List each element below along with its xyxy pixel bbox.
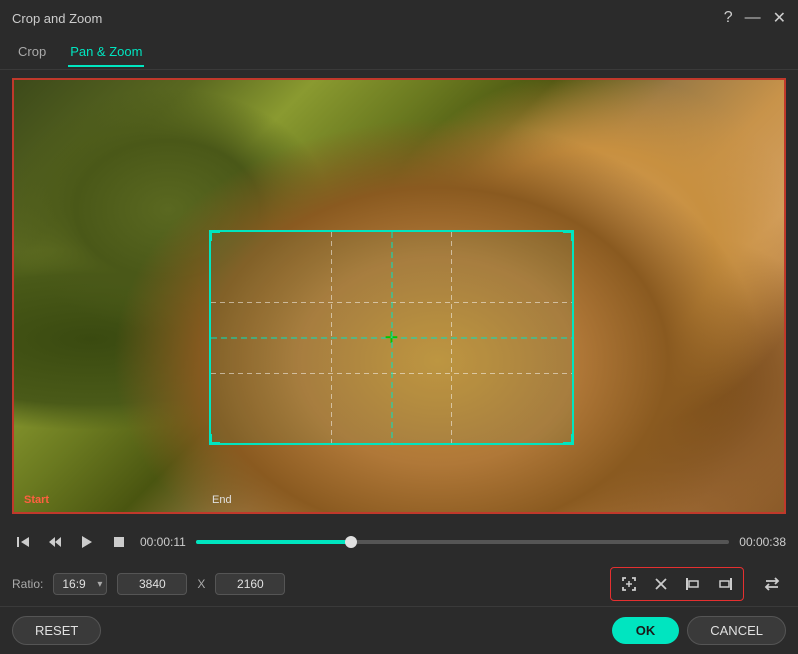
ok-button[interactable]: OK xyxy=(612,617,680,644)
stop-button[interactable] xyxy=(108,531,130,553)
align-right-button[interactable] xyxy=(711,570,739,598)
label-start: Start xyxy=(24,494,49,506)
options-bar: Ratio: 16:9 4:3 1:1 9:16 X xyxy=(0,562,798,606)
handle-top-right[interactable] xyxy=(563,231,573,241)
tab-crop[interactable]: Crop xyxy=(16,38,48,67)
crop-fit-icon xyxy=(621,576,637,592)
window-title: Crop and Zoom xyxy=(12,11,102,26)
align-right-icon xyxy=(717,576,733,592)
crop-vline-2 xyxy=(451,232,452,443)
ratio-label: Ratio: xyxy=(12,577,43,591)
crop-icon-group xyxy=(610,567,744,601)
reset-button[interactable]: RESET xyxy=(12,616,101,645)
align-left-button[interactable] xyxy=(679,570,707,598)
handle-top-left[interactable] xyxy=(210,231,220,241)
playback-bar: 00:00:11 00:00:38 xyxy=(0,522,798,562)
height-input[interactable] xyxy=(215,573,285,595)
video-preview: ✛ Start End xyxy=(12,78,786,514)
width-input[interactable] xyxy=(117,573,187,595)
play-button[interactable] xyxy=(76,531,98,553)
action-bar: RESET OK CANCEL xyxy=(0,606,798,654)
label-end: End xyxy=(212,494,232,506)
cancel-button[interactable]: CANCEL xyxy=(687,616,786,645)
progress-fill xyxy=(196,540,351,544)
current-time: 00:00:11 xyxy=(140,535,186,549)
progress-track[interactable] xyxy=(196,540,729,544)
close-icon[interactable]: ✕ xyxy=(773,8,786,28)
crop-center-icon: ✛ xyxy=(385,328,398,348)
tabs-bar: Crop Pan & Zoom xyxy=(0,36,798,70)
crop-vline-1 xyxy=(331,232,332,443)
handle-bottom-left[interactable] xyxy=(210,434,220,444)
frame-back-button[interactable] xyxy=(44,531,66,553)
crop-clear-button[interactable] xyxy=(647,570,675,598)
swap-icon xyxy=(763,575,781,593)
minimize-icon[interactable]: — xyxy=(745,9,761,27)
ratio-wrapper: 16:9 4:3 1:1 9:16 xyxy=(53,573,107,595)
tab-pan-zoom[interactable]: Pan & Zoom xyxy=(68,38,144,67)
title-bar-controls: ? — ✕ xyxy=(724,8,786,28)
dimension-separator: X xyxy=(197,577,205,591)
crop-clear-icon xyxy=(653,576,669,592)
align-left-icon xyxy=(685,576,701,592)
crop-hline-2 xyxy=(211,373,572,374)
frame-back-icon xyxy=(47,534,63,550)
progress-thumb[interactable] xyxy=(345,536,357,548)
handle-bottom-right[interactable] xyxy=(563,434,573,444)
total-time: 00:00:38 xyxy=(739,535,786,549)
crop-fit-button[interactable] xyxy=(615,570,643,598)
play-icon xyxy=(79,534,95,550)
step-back-button[interactable] xyxy=(12,531,34,553)
crop-hline-1 xyxy=(211,302,572,303)
stop-icon xyxy=(111,534,127,550)
swap-button[interactable] xyxy=(758,570,786,598)
help-icon[interactable]: ? xyxy=(724,9,733,27)
step-back-icon xyxy=(15,534,31,550)
title-bar: Crop and Zoom ? — ✕ xyxy=(0,0,798,36)
crop-selection-box[interactable]: ✛ xyxy=(209,230,574,445)
title-bar-left: Crop and Zoom xyxy=(12,11,102,26)
ratio-select[interactable]: 16:9 4:3 1:1 9:16 xyxy=(53,573,107,595)
